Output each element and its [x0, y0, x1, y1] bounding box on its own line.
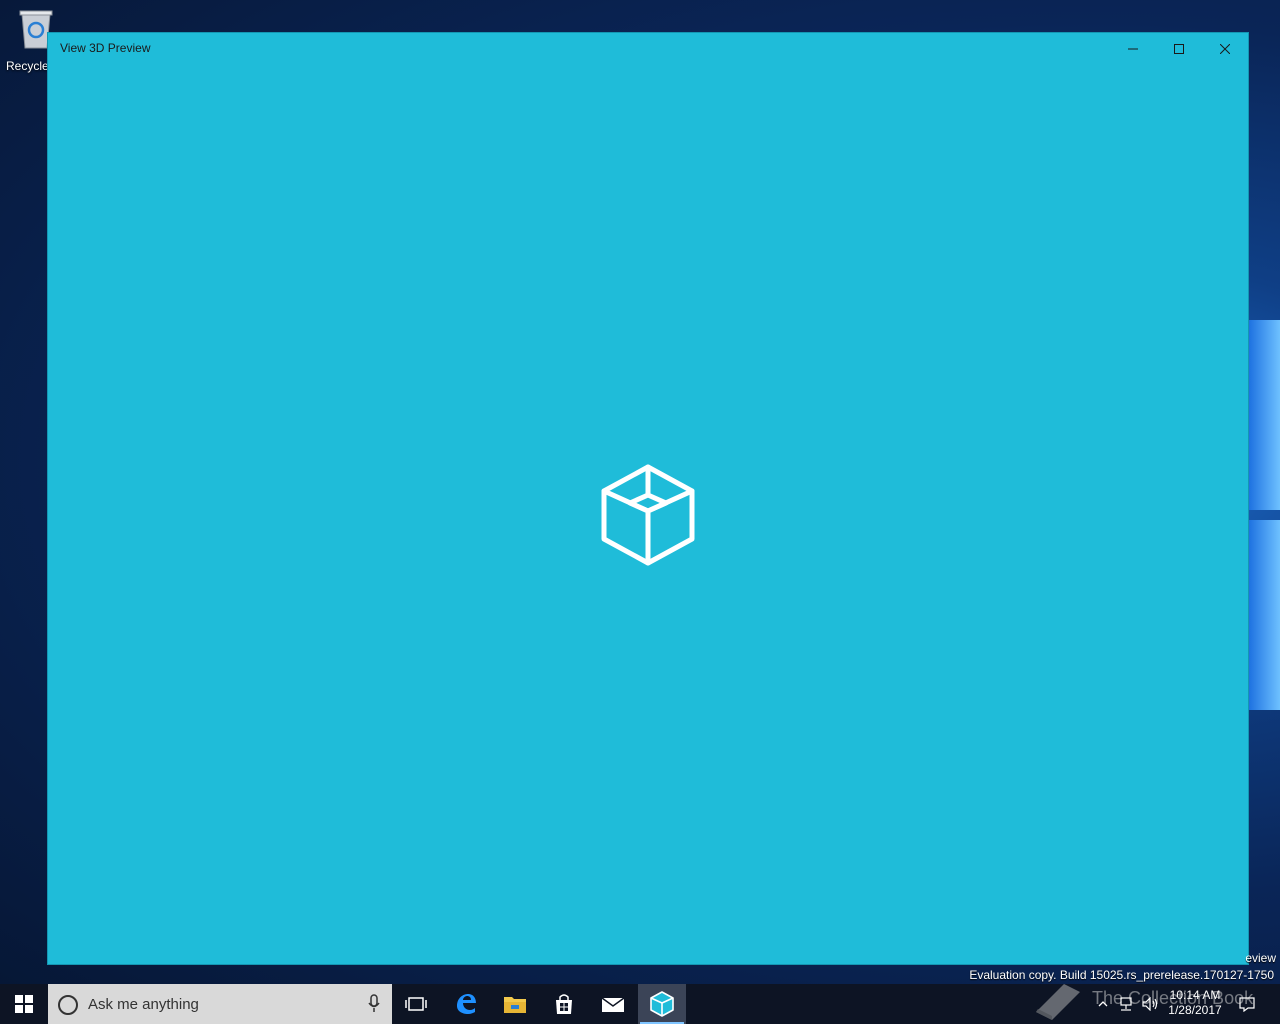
- chevron-up-icon: [1098, 1001, 1108, 1007]
- cube-logo-icon: [601, 464, 695, 566]
- search-placeholder: Ask me anything: [88, 996, 199, 1013]
- show-hidden-icons-button[interactable]: [1094, 984, 1112, 1024]
- mail-icon: [601, 997, 625, 1012]
- taskbar-store[interactable]: [540, 984, 588, 1024]
- network-icon: [1120, 997, 1132, 1011]
- store-bag-icon: [556, 994, 572, 1014]
- start-button[interactable]: [0, 984, 48, 1024]
- app-window: View 3D Preview: [47, 32, 1249, 965]
- minimize-icon: [1128, 48, 1138, 50]
- view-3d-cube-icon: [650, 991, 674, 1017]
- notification-icon: [1239, 997, 1255, 1012]
- volume-button[interactable]: [1140, 984, 1162, 1024]
- edge-browser-icon: [457, 994, 476, 1014]
- folder-icon: [504, 997, 526, 1013]
- desktop-light-beam: [1248, 320, 1280, 510]
- close-icon: [1220, 44, 1230, 54]
- windows-logo-icon: [15, 995, 33, 1013]
- microphone-icon[interactable]: [368, 994, 380, 1014]
- window-title: View 3D Preview: [60, 41, 151, 55]
- taskbar-file-explorer[interactable]: [491, 984, 539, 1024]
- clock[interactable]: 10:14 AM 1/28/2017: [1164, 984, 1226, 1024]
- clock-date: 1/28/2017: [1168, 1003, 1222, 1017]
- search-box[interactable]: Ask me anything: [48, 984, 392, 1024]
- action-center-button[interactable]: [1234, 984, 1260, 1024]
- title-bar[interactable]: View 3D Preview: [48, 33, 1248, 65]
- taskbar-edge[interactable]: [442, 984, 490, 1024]
- book-icon: [1036, 984, 1080, 1020]
- desktop-light-beam: [1248, 520, 1280, 710]
- task-view-button[interactable]: [392, 984, 440, 1024]
- clock-time: 10:14 AM: [1169, 988, 1221, 1002]
- eval-text-partial: eview: [1245, 951, 1276, 965]
- maximize-button[interactable]: [1156, 33, 1202, 65]
- task-view-icon: [405, 997, 427, 1011]
- taskbar-view-3d[interactable]: [638, 984, 686, 1024]
- speaker-icon: [1142, 997, 1158, 1011]
- taskbar-mail[interactable]: [589, 984, 637, 1024]
- minimize-button[interactable]: [1110, 33, 1156, 65]
- maximize-icon: [1174, 44, 1184, 54]
- close-button[interactable]: [1202, 33, 1248, 65]
- network-button[interactable]: [1116, 984, 1136, 1024]
- cortana-icon: [58, 995, 78, 1015]
